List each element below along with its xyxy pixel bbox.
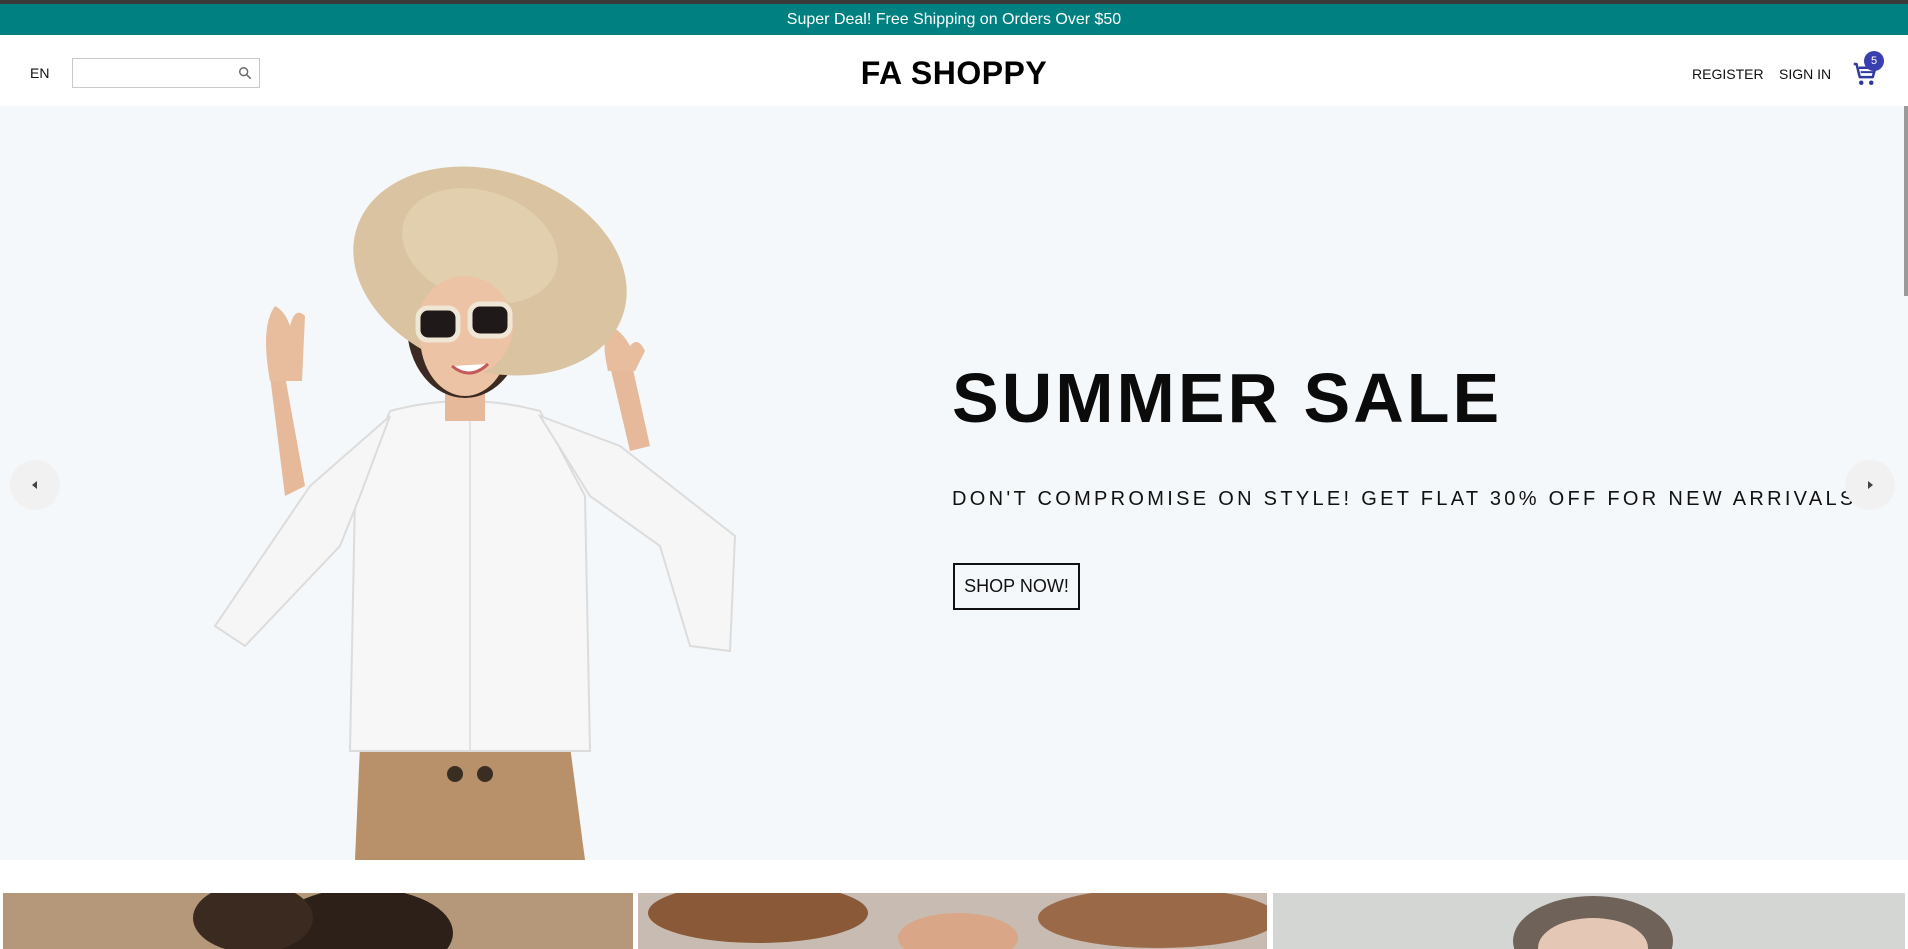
arrow-left-icon (32, 481, 37, 489)
category-photo-2 (638, 893, 1267, 949)
hero-description: DON'T COMPROMISE ON STYLE! GET FLAT 30% … (952, 488, 1866, 510)
category-photo-1 (3, 893, 633, 949)
shop-now-button[interactable]: SHOP NOW! (953, 563, 1080, 610)
header: EN FA SHOPPY REGISTER SIGN IN 5 (0, 35, 1908, 106)
arrow-right-icon (1868, 481, 1873, 489)
category-photo-3 (1273, 893, 1905, 949)
announcement-bar: Super Deal! Free Shipping on Orders Over… (0, 4, 1908, 35)
category-row (0, 893, 1908, 949)
slider-next-button[interactable] (1845, 460, 1895, 510)
category-card-1[interactable] (3, 893, 633, 949)
hero-image (213, 166, 737, 860)
slider-prev-button[interactable] (10, 460, 60, 510)
sign-in-link[interactable]: SIGN IN (1779, 66, 1831, 82)
hero-title: SUMMER SALE (952, 359, 1503, 437)
announcement-text: Super Deal! Free Shipping on Orders Over… (786, 10, 1122, 28)
brand-logo[interactable]: FA SHOPPY (0, 55, 1908, 92)
cart-count-badge: 5 (1864, 51, 1884, 71)
hero-slider: SUMMER SALE DON'T COMPROMISE ON STYLE! G… (0, 106, 1908, 860)
scrollbar-thumb[interactable] (1904, 106, 1908, 296)
register-link[interactable]: REGISTER (1692, 66, 1764, 82)
category-card-2[interactable] (638, 893, 1267, 949)
category-card-3[interactable] (1273, 893, 1905, 949)
